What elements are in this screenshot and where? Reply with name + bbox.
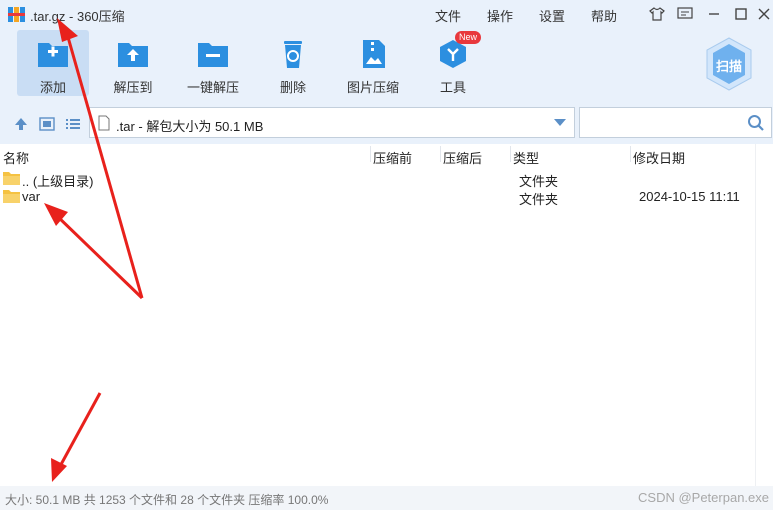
menu-file[interactable]: 文件 — [435, 6, 461, 25]
delete-button[interactable]: 删除 — [257, 30, 329, 96]
extract-to-button[interactable]: 解压到 — [97, 30, 169, 96]
col-divider[interactable] — [510, 146, 511, 162]
file-date: 2024-10-15 11:11 — [639, 189, 740, 204]
col-divider[interactable] — [370, 146, 371, 162]
image-compress-label: 图片压缩 — [346, 80, 399, 95]
col-original-size[interactable]: 压缩前 — [373, 148, 412, 167]
add-button[interactable]: 添加 — [17, 30, 89, 96]
vertical-scrollbar[interactable] — [755, 144, 773, 486]
minimize-icon[interactable] — [705, 5, 723, 23]
menu-settings[interactable]: 设置 — [539, 6, 565, 25]
chevron-down-icon[interactable] — [554, 119, 566, 126]
up-level-icon[interactable] — [13, 116, 29, 132]
list-view-icon[interactable] — [65, 116, 81, 132]
annotation-arrow — [44, 203, 144, 300]
skin-icon[interactable] — [648, 5, 666, 23]
view-mode-icon[interactable] — [39, 116, 55, 132]
file-type: 文件夹 — [519, 192, 559, 207]
search-input[interactable] — [579, 107, 772, 138]
image-compress-icon — [363, 40, 385, 68]
col-type[interactable]: 类型 — [513, 148, 539, 167]
path-field[interactable]: .tar - 解包大小为 50.1 MB — [89, 107, 575, 138]
scan-label: 扫描 — [715, 59, 742, 74]
extract-to-icon — [118, 43, 148, 67]
add-label: 添加 — [39, 80, 66, 95]
delete-label: 删除 — [279, 80, 306, 95]
one-click-extract-button[interactable]: 一键解压 — [177, 30, 249, 96]
feedback-icon[interactable] — [676, 5, 694, 23]
watermark-text: CSDN @Peterpan.exe — [638, 490, 769, 505]
status-bar: 大小: 50.1 MB 共 1253 个文件和 28 个文件夹 压缩率 100.… — [0, 486, 773, 510]
path-text: .tar - 解包大小为 50.1 MB — [116, 119, 264, 134]
list-item-var[interactable]: var 文件夹 2024-10-15 11:11 — [0, 187, 755, 207]
tools-label: 工具 — [439, 80, 466, 95]
image-compress-button[interactable]: 图片压缩 — [337, 30, 409, 96]
col-name[interactable]: 名称 — [3, 148, 29, 167]
column-header: 名称 压缩前 压缩后 类型 修改日期 — [0, 144, 773, 166]
col-modified[interactable]: 修改日期 — [633, 148, 685, 167]
app-logo-icon — [8, 7, 25, 22]
col-divider[interactable] — [630, 146, 631, 162]
scan-button[interactable]: 扫描 — [705, 37, 753, 91]
one-click-extract-label: 一键解压 — [186, 80, 239, 95]
status-text: 大小: 50.1 MB 共 1253 个文件和 28 个文件夹 压缩率 100.… — [5, 493, 329, 507]
annotation-arrow — [51, 392, 102, 482]
extract-to-label: 解压到 — [113, 80, 153, 95]
col-compressed-size[interactable]: 压缩后 — [443, 148, 482, 167]
search-icon[interactable] — [747, 114, 765, 132]
folder-icon — [3, 172, 20, 185]
top-panel: .tar.gz - 360压缩 文件 操作 设置 帮助 添加 解压到 一键解压 … — [0, 0, 773, 104]
col-divider[interactable] — [440, 146, 441, 162]
folder-icon — [3, 190, 20, 203]
add-icon — [38, 43, 68, 67]
file-icon — [98, 115, 110, 131]
menu-help[interactable]: 帮助 — [591, 6, 617, 25]
list-item-parent-dir[interactable]: .. (上级目录) 文件夹 — [0, 169, 755, 189]
address-bar-row: .tar - 解包大小为 50.1 MB — [0, 104, 773, 144]
close-icon[interactable] — [755, 5, 773, 23]
menu-operation[interactable]: 操作 — [487, 6, 513, 25]
file-name: var — [22, 189, 41, 204]
new-badge: New — [455, 31, 482, 44]
window-title: .tar.gz - 360压缩 — [30, 9, 125, 24]
one-click-extract-icon — [198, 43, 228, 67]
maximize-icon[interactable] — [732, 5, 750, 23]
tools-button[interactable]: 工具 New — [417, 30, 489, 96]
delete-icon — [284, 41, 302, 68]
title-bar: .tar.gz - 360压缩 文件 操作 设置 帮助 — [0, 0, 773, 28]
